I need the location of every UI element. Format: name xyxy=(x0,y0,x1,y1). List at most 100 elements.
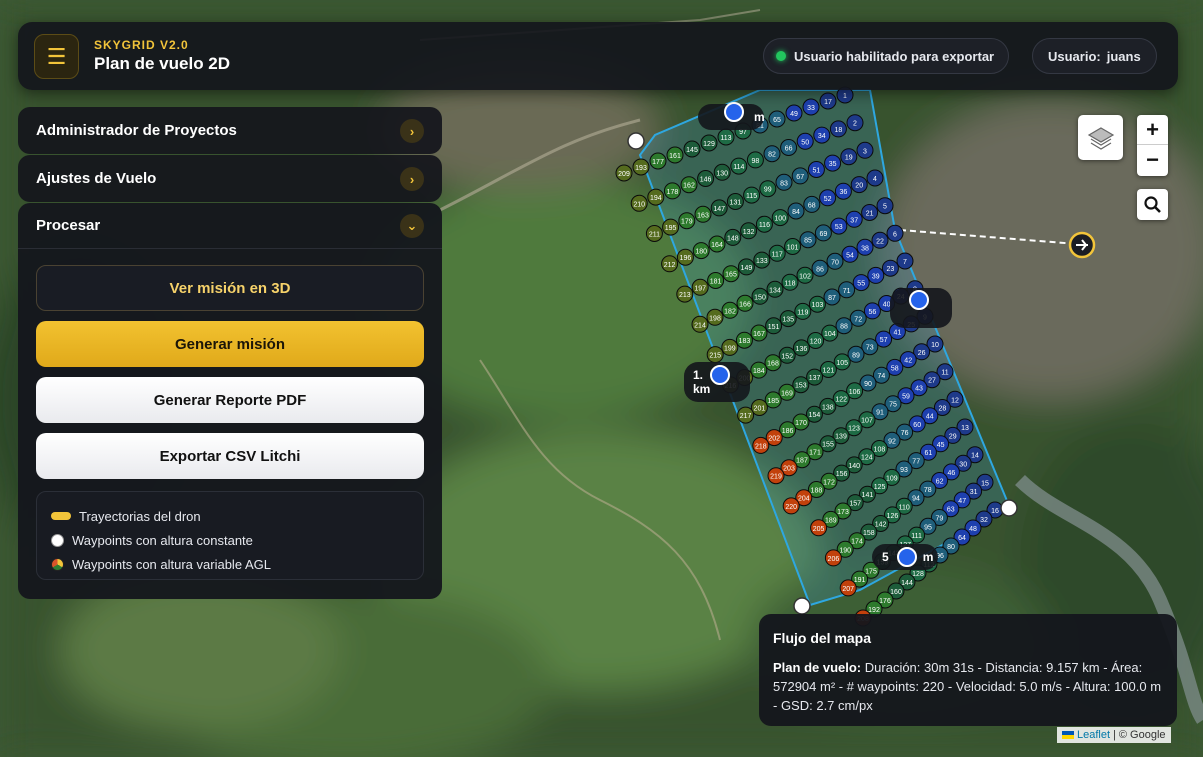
distance-label: 5 m xyxy=(872,544,938,570)
waypoint-number: 132 xyxy=(743,229,755,236)
waypoint-number: 27 xyxy=(928,378,936,385)
corner-marker[interactable] xyxy=(1000,499,1018,517)
view-3d-button[interactable]: Ver misión en 3D xyxy=(36,265,424,311)
accordion-flight-settings[interactable]: Ajustes de Vuelo › xyxy=(18,155,442,202)
waypoint-number: 65 xyxy=(773,117,781,124)
plus-marker-icon[interactable] xyxy=(724,102,744,122)
accordion-label: Ajustes de Vuelo xyxy=(36,170,157,187)
waypoint-number: 163 xyxy=(697,212,709,219)
corner-marker[interactable] xyxy=(793,597,811,615)
waypoint-number: 171 xyxy=(809,450,821,457)
waypoint-number: 61 xyxy=(925,450,933,457)
page-title: Plan de vuelo 2D xyxy=(94,54,231,73)
waypoint-number: 149 xyxy=(741,265,753,272)
waypoint-number: 11 xyxy=(941,370,948,377)
waypoint-number: 172 xyxy=(823,479,835,486)
corner-marker[interactable] xyxy=(627,132,645,150)
export-csv-button[interactable]: Exportar CSV Litchi xyxy=(36,433,424,479)
waypoint-number: 62 xyxy=(936,479,944,486)
plus-marker-icon[interactable] xyxy=(710,365,730,385)
waypoint-number: 80 xyxy=(947,544,955,551)
waypoint-number: 79 xyxy=(936,516,944,523)
waypoint-number: 201 xyxy=(754,406,766,413)
distance-label: m xyxy=(698,102,765,130)
waypoint-number: 141 xyxy=(862,492,874,499)
waypoint-number: 121 xyxy=(823,368,835,375)
variable-waypoint-icon xyxy=(51,557,64,571)
waypoint-number: 77 xyxy=(912,459,920,466)
waypoint-number: 134 xyxy=(769,287,781,294)
chevron-right-icon: › xyxy=(400,167,424,191)
accordion-process[interactable]: Procesar ⌄ xyxy=(18,203,442,249)
waypoint-number: 93 xyxy=(900,467,908,474)
waypoint-number: 118 xyxy=(784,280,795,287)
waypoint-number: 137 xyxy=(809,375,821,382)
waypoint-number: 21 xyxy=(866,211,874,218)
waypoint-number: 184 xyxy=(753,368,765,375)
waypoint-number: 203 xyxy=(783,466,795,473)
waypoint-number: 185 xyxy=(767,398,779,405)
accordion-project-manager[interactable]: Administrador de Proyectos › xyxy=(18,107,442,154)
waypoint-number: 115 xyxy=(746,193,757,200)
waypoint-number: 131 xyxy=(730,200,742,207)
zoom-out-button[interactable]: − xyxy=(1137,145,1168,175)
waypoint-number: 192 xyxy=(868,607,880,614)
waypoint-number: 138 xyxy=(822,404,834,411)
user-badge[interactable]: Usuario: juans xyxy=(1032,38,1157,74)
plus-marker-icon[interactable] xyxy=(909,290,929,310)
waypoint-number: 107 xyxy=(861,418,873,425)
menu-button[interactable]: ☰ xyxy=(34,34,79,79)
waypoint-number: 17 xyxy=(824,99,832,106)
legend-item: Waypoints con altura variable AGL xyxy=(51,552,409,576)
waypoint-number: 120 xyxy=(810,339,822,346)
waypoint-number: 177 xyxy=(652,159,664,166)
waypoint-number: 195 xyxy=(665,225,677,232)
zoom-in-button[interactable]: + xyxy=(1137,115,1168,145)
waypoint-number: 119 xyxy=(797,309,808,316)
layers-button[interactable] xyxy=(1078,115,1123,160)
app: 1234567891011121314151617181920212223242… xyxy=(0,0,1203,757)
waypoint-number: 128 xyxy=(912,571,924,578)
waypoint-number: 194 xyxy=(650,195,662,202)
waypoint-number: 180 xyxy=(695,249,707,256)
map-search-button[interactable] xyxy=(1137,189,1168,220)
waypoint-number: 178 xyxy=(667,189,679,196)
waypoint-number: 209 xyxy=(618,171,630,178)
constant-waypoint-icon xyxy=(51,533,64,547)
waypoint-number: 181 xyxy=(710,279,722,286)
waypoint-number: 16 xyxy=(991,508,999,515)
pdf-report-button[interactable]: Generar Reporte PDF xyxy=(36,377,424,423)
plus-marker-icon[interactable] xyxy=(897,547,917,567)
accordion-label: Procesar xyxy=(36,217,101,234)
waypoint-number: 84 xyxy=(792,209,800,216)
waypoint-number: 182 xyxy=(724,308,736,315)
generate-mission-button[interactable]: Generar misión xyxy=(36,321,424,367)
waypoint-number: 199 xyxy=(724,345,736,352)
status-dot-icon xyxy=(776,51,786,61)
waypoint-number: 111 xyxy=(911,533,922,540)
layers-icon xyxy=(1087,126,1114,150)
waypoint-number: 188 xyxy=(811,488,823,495)
leaflet-link[interactable]: Leaflet xyxy=(1077,729,1110,741)
waypoint-number: 78 xyxy=(924,487,932,494)
waypoint-number: 146 xyxy=(700,177,712,184)
waypoint-number: 167 xyxy=(753,331,765,338)
waypoint-number: 45 xyxy=(937,442,945,449)
waypoint-number: 20 xyxy=(855,183,863,190)
user-name: juans xyxy=(1106,48,1141,64)
waypoint-number: 126 xyxy=(887,513,899,520)
waypoint-number: 50 xyxy=(801,139,809,146)
waypoint-number: 211 xyxy=(649,232,660,239)
waypoint-number: 113 xyxy=(720,135,731,142)
waypoint-number: 135 xyxy=(782,317,794,324)
waypoint-number: 106 xyxy=(849,389,861,396)
waypoint-number: 12 xyxy=(951,397,959,404)
waypoint-number: 109 xyxy=(886,475,898,482)
waypoint-number: 30 xyxy=(959,461,967,468)
waypoint-number: 82 xyxy=(768,152,776,159)
waypoint-number: 136 xyxy=(796,346,808,353)
top-header: ☰ SKYGRID V2.0 Plan de vuelo 2D Usuario … xyxy=(18,22,1178,90)
waypoint-number: 175 xyxy=(865,568,877,575)
process-panel: Procesar ⌄ Ver misión en 3D Generar misi… xyxy=(18,203,442,599)
waypoint-number: 218 xyxy=(755,443,767,450)
